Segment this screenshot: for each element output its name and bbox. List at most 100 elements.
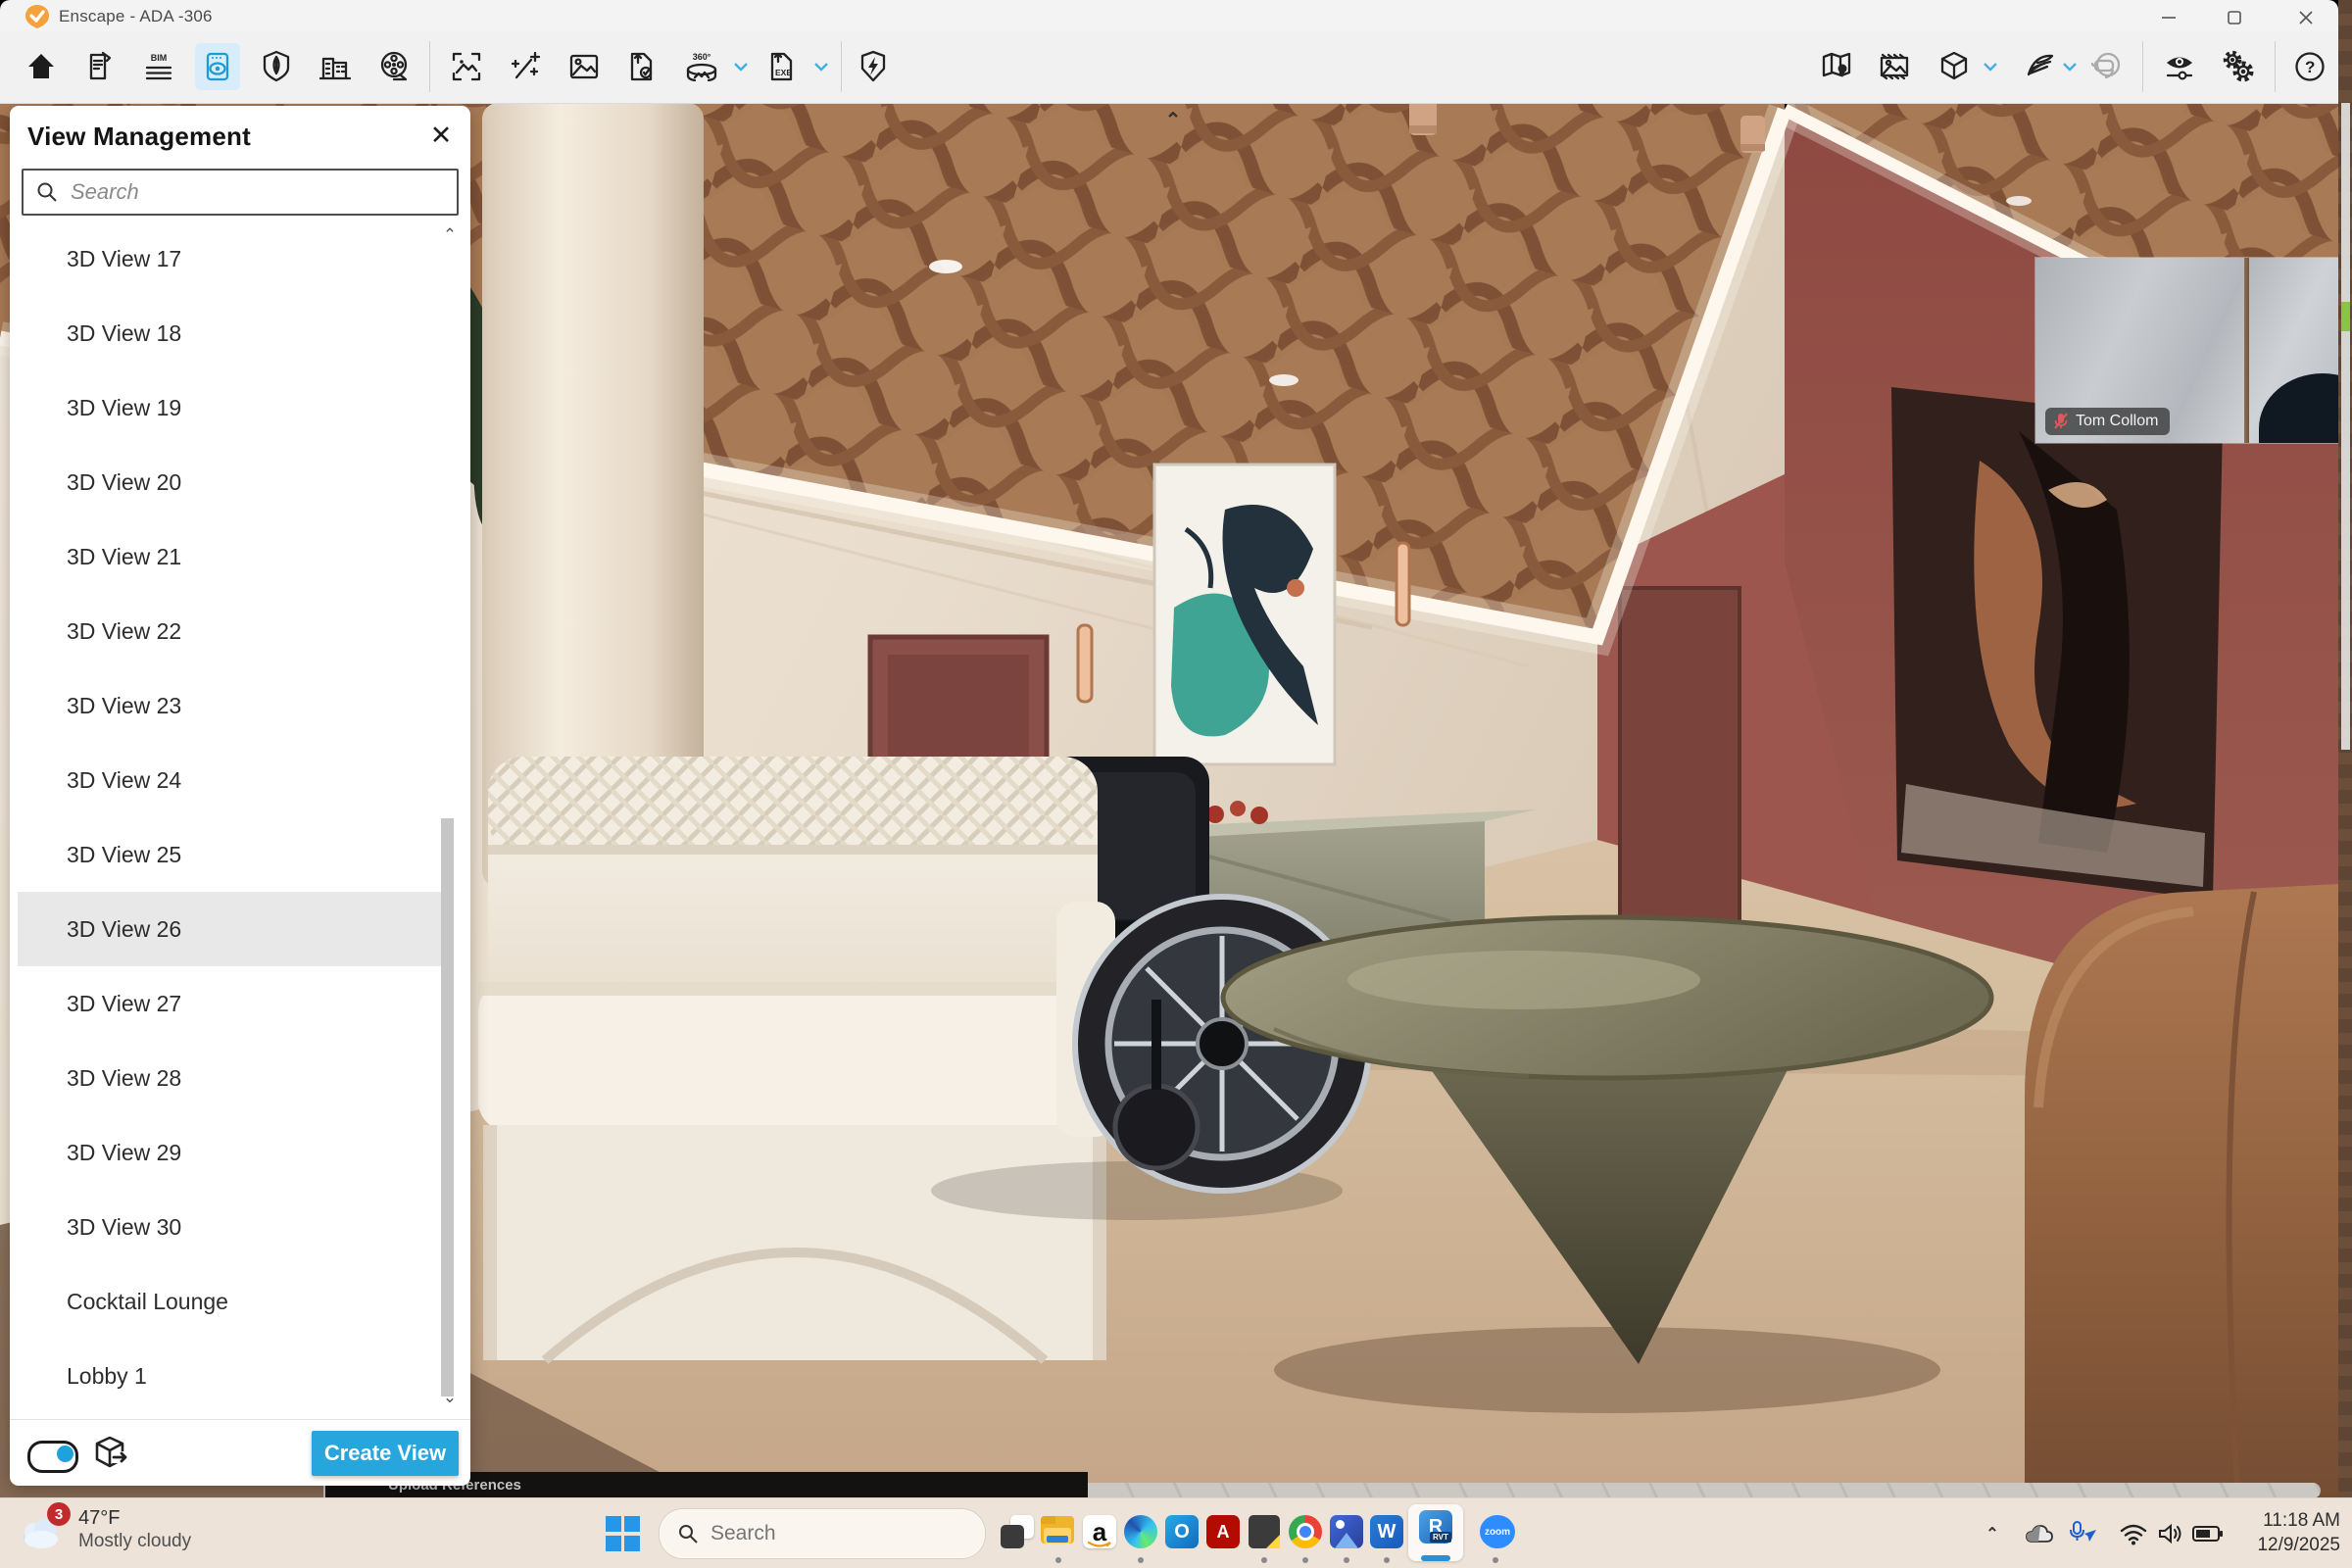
cube-dropdown-chevron-icon[interactable] [1983, 61, 1998, 73]
start-button[interactable] [606, 1516, 641, 1551]
view-list-item[interactable]: 3D View 20 [18, 445, 445, 519]
view-list-item[interactable]: 3D View 28 [18, 1041, 445, 1115]
panel-title: View Management [27, 122, 251, 152]
participant-name-tag: Tom Collom [2045, 408, 2170, 435]
view-list-item[interactable]: 3D View 29 [18, 1115, 445, 1190]
word-icon[interactable]: W [1367, 1512, 1406, 1551]
scroll-down-icon[interactable]: ⌄ [437, 1388, 463, 1411]
artwork-teal-abstract [1154, 465, 1335, 764]
amazon-icon[interactable]: a [1080, 1512, 1119, 1551]
view-management-icon[interactable] [195, 43, 240, 90]
material-texture-icon[interactable] [1872, 43, 1917, 90]
enscape-start-icon[interactable] [851, 43, 896, 90]
map-pin-icon[interactable] [1814, 43, 1859, 90]
view-list-item[interactable]: 3D View 21 [18, 519, 445, 594]
battery-icon[interactable] [2191, 1518, 2225, 1549]
export-views-cube-icon[interactable] [90, 1434, 131, 1475]
collapse-toolbar-chevron-icon[interactable]: ⌃ [1158, 114, 1188, 131]
view-list-item[interactable]: 3D View 30 [18, 1190, 445, 1264]
brown-sofa [2025, 884, 2338, 1568]
revit-icon[interactable]: R RVT [1408, 1504, 1463, 1561]
minimize-button[interactable] [2149, 10, 2188, 25]
sticky-notes-icon[interactable] [1245, 1512, 1284, 1551]
screenshot-icon[interactable] [444, 43, 489, 90]
create-view-button[interactable]: Create View [312, 1431, 459, 1476]
notification-badge: 3 [47, 1502, 71, 1526]
view-list-item[interactable]: 3D View 17 [18, 221, 445, 296]
view-list-item[interactable]: 3D View 23 [18, 668, 445, 743]
view-list-item-selected[interactable]: 3D View 26 [18, 892, 445, 966]
background-scrollbar[interactable] [2341, 103, 2350, 750]
view-list-item[interactable]: 3D View 22 [18, 594, 445, 668]
list-scrollbar-thumb[interactable] [441, 818, 454, 1396]
scroll-up-icon[interactable]: ⌃ [437, 225, 463, 249]
artwork-dark-abstract [1891, 387, 2223, 900]
video-wall-seam [2244, 258, 2249, 443]
export-document-icon[interactable] [619, 43, 664, 90]
outlook-icon[interactable]: O [1162, 1512, 1201, 1551]
photos-icon[interactable] [1327, 1512, 1366, 1551]
exe-standalone-icon[interactable]: EXE [760, 43, 805, 90]
wing-dropdown-chevron-icon[interactable] [2062, 61, 2078, 73]
weather-widget[interactable]: 3 47°F Mostly cloudy [18, 1506, 191, 1553]
onedrive-cloud-icon[interactable] [2023, 1518, 2056, 1549]
view-search-box [22, 169, 459, 216]
visual-settings-eye-icon[interactable] [2157, 43, 2202, 90]
task-view-icon[interactable] [998, 1512, 1037, 1551]
view-list-item[interactable]: 3D View 18 [18, 296, 445, 370]
window-title: Enscape - ADA -306 [59, 7, 213, 26]
video-editor-icon[interactable] [371, 43, 416, 90]
start-logo-icon [606, 1536, 621, 1551]
magic-wand-icon[interactable] [503, 43, 548, 90]
toolbar-separator [841, 41, 842, 92]
view-list-item[interactable]: 3D View 19 [18, 370, 445, 445]
site-wing-icon[interactable] [2018, 43, 2063, 90]
view-list-item[interactable]: Cocktail Lounge [18, 1264, 445, 1339]
clock-widget[interactable]: 11:18 AM 12/9/2025 [2242, 1508, 2340, 1557]
quality-shield-icon[interactable] [254, 43, 299, 90]
taskbar-search[interactable] [659, 1508, 986, 1559]
mic-muted-icon [2053, 413, 2069, 430]
panorama-360-label: 360° [693, 53, 711, 62]
maximize-button[interactable] [2215, 10, 2254, 25]
white-sofa [478, 757, 1115, 1360]
file-explorer-icon[interactable] [1039, 1512, 1078, 1551]
chrome-icon[interactable] [1286, 1512, 1325, 1551]
acrobat-icon[interactable]: A [1203, 1512, 1243, 1551]
home-icon[interactable] [19, 43, 64, 90]
view-list-item[interactable]: 3D View 25 [18, 817, 445, 892]
panel-footer: Create View [10, 1419, 470, 1487]
panel-close-icon[interactable]: ✕ [425, 120, 457, 151]
tray-chevron-icon[interactable]: ⌃ [1976, 1518, 2009, 1549]
mic-location-icon[interactable] [2066, 1518, 2099, 1549]
model-buildings-icon[interactable] [313, 43, 358, 90]
zoom-icon[interactable]: zoom [1478, 1512, 1517, 1551]
word-letter: W [1378, 1521, 1396, 1544]
zoom-participant-video[interactable]: Tom Collom [2035, 258, 2342, 443]
help-label: ? [2305, 58, 2315, 76]
wifi-icon[interactable] [2117, 1518, 2150, 1549]
panorama-dropdown-chevron-icon[interactable] [733, 61, 749, 73]
taskbar-search-input[interactable] [709, 1521, 938, 1546]
vr-headset-icon[interactable] [2084, 43, 2130, 90]
settings-gears-icon[interactable] [2215, 43, 2260, 90]
bim-display-icon[interactable]: BIM [136, 43, 181, 90]
document-notes-icon[interactable] [77, 43, 122, 90]
view-list-item[interactable]: 3D View 24 [18, 743, 445, 817]
condition-label: Mostly cloudy [78, 1530, 191, 1553]
help-icon[interactable]: ? [2287, 43, 2332, 90]
close-button[interactable] [2286, 10, 2326, 25]
view-list-item[interactable]: Lobby 1 [18, 1339, 445, 1413]
edge-icon[interactable] [1121, 1512, 1160, 1551]
search-input[interactable] [69, 178, 457, 206]
temperature-label: 47°F [78, 1506, 191, 1530]
toolbar-separator [429, 41, 430, 92]
speaker-icon[interactable] [2154, 1518, 2187, 1549]
render-image-icon[interactable] [562, 43, 607, 90]
view-list-item[interactable]: 3D View 27 [18, 966, 445, 1041]
enscape-logo-icon [24, 4, 51, 29]
panorama-360-icon[interactable]: 360° [679, 43, 724, 90]
orthographic-cube-icon[interactable] [1932, 43, 1977, 90]
thumbnail-toggle[interactable] [27, 1441, 78, 1473]
exe-dropdown-chevron-icon[interactable] [813, 61, 829, 73]
